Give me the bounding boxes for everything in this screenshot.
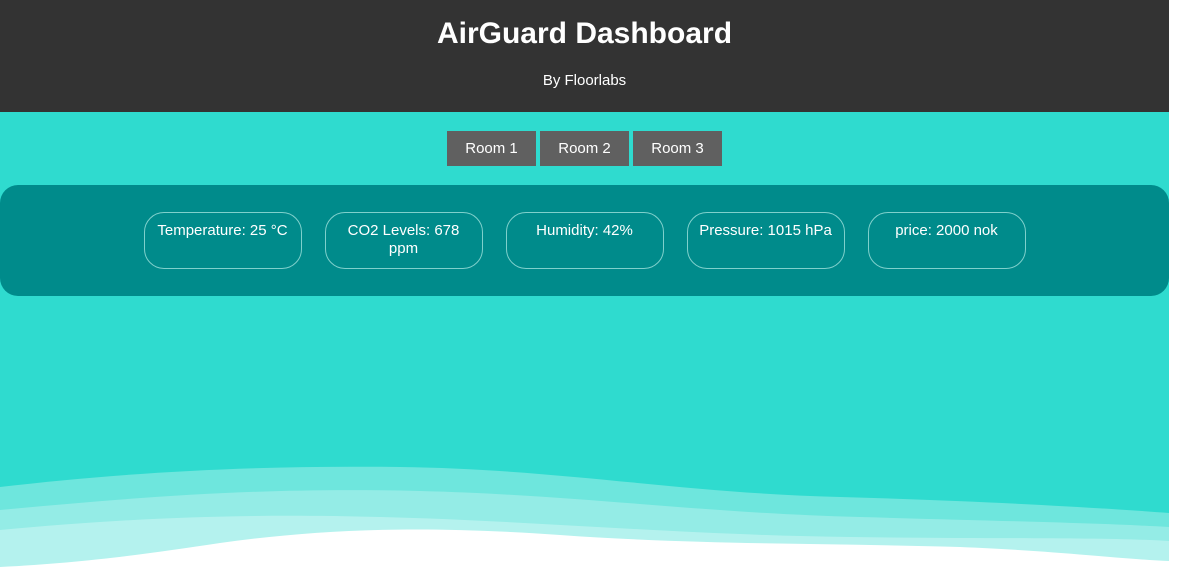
metrics-panel: Temperature: 25 °C CO2 Levels: 678 ppm H… bbox=[0, 185, 1169, 296]
room-tabs: Room 1 Room 2 Room 3 bbox=[0, 112, 1169, 166]
temperature-card: Temperature: 25 °C bbox=[143, 212, 302, 269]
price-card: price: 2000 nok bbox=[867, 212, 1026, 269]
page-subtitle: By Floorlabs bbox=[542, 72, 627, 89]
tab-room-2[interactable]: Room 2 bbox=[540, 131, 629, 166]
pressure-card: Pressure: 1015 hPa bbox=[686, 212, 845, 269]
page-title: AirGuard Dashboard bbox=[436, 17, 733, 50]
tab-room-1[interactable]: Room 1 bbox=[447, 131, 536, 166]
page-header: AirGuard Dashboard By Floorlabs bbox=[0, 0, 1169, 112]
decorative-waves bbox=[0, 466, 1169, 571]
tab-room-3[interactable]: Room 3 bbox=[633, 131, 722, 166]
humidity-card: Humidity: 42% bbox=[505, 212, 664, 269]
co2-card: CO2 Levels: 678 ppm bbox=[324, 212, 483, 269]
dashboard-app: AirGuard Dashboard By Floorlabs Room 1 R… bbox=[0, 0, 1169, 571]
